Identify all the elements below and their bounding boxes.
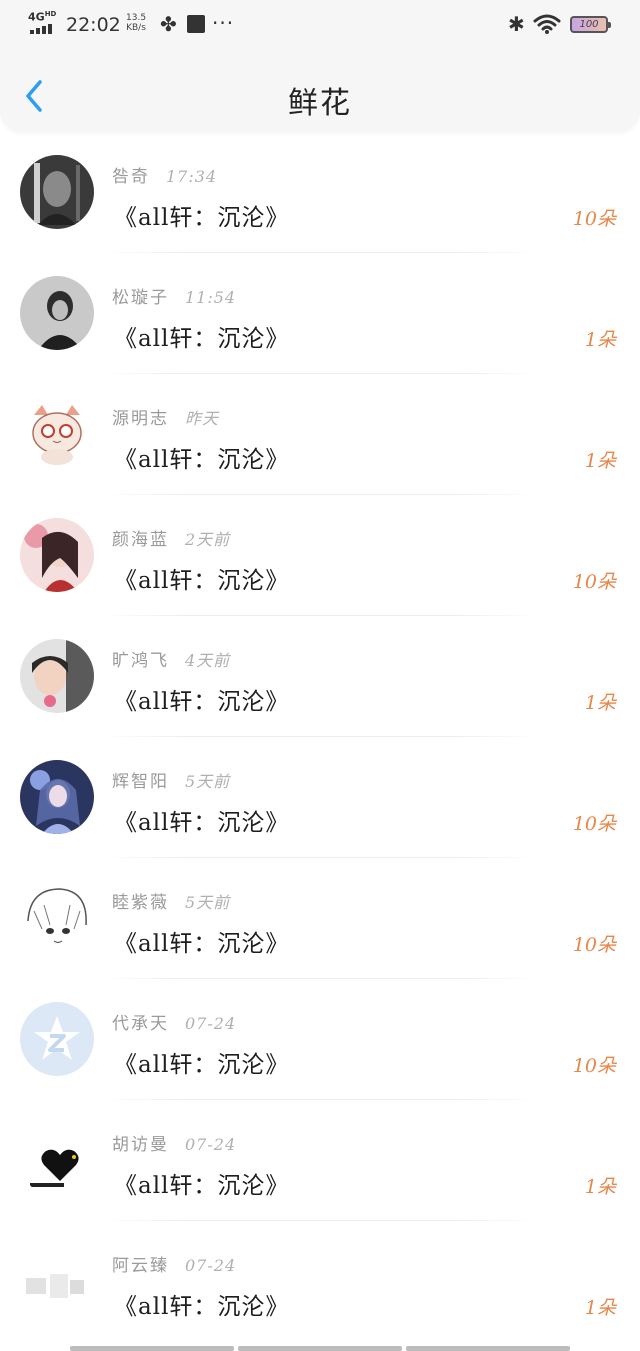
user-name: 咎奇 17:34 (112, 167, 218, 187)
list-item[interactable]: 松璇子 11:54 《all轩：沉沦》 1朵 (0, 253, 640, 374)
flower-count: 10朵 (572, 813, 616, 835)
wifi-icon (533, 14, 561, 34)
flower-count: 1朵 (584, 329, 616, 351)
avatar (20, 639, 94, 713)
flower-count: 10朵 (572, 571, 616, 593)
work-title: 《all轩：沉沦》 (114, 931, 290, 957)
work-title: 《all轩：沉沦》 (114, 1173, 290, 1199)
avatar (20, 881, 94, 955)
flower-count: 10朵 (572, 208, 616, 230)
user-name: 胡访曼 07-24 (112, 1135, 237, 1155)
flower-count: 10朵 (572, 1055, 616, 1077)
work-title: 《all轩：沉沦》 (114, 689, 290, 715)
timestamp: 11:54 (185, 288, 237, 307)
fan-icon: ✤ (160, 12, 177, 36)
list-item[interactable]: 源明志 昨天 《all轩：沉沦》 1朵 (0, 374, 640, 495)
list-item[interactable]: 代承天 07-24 《all轩：沉沦》 10朵 (0, 979, 640, 1100)
timestamp: 4天前 (185, 651, 231, 670)
list-item[interactable]: 睦紫薇 5天前 《all轩：沉沦》 10朵 (0, 858, 640, 979)
user-name: 旷鸿飞 4天前 (112, 651, 231, 671)
more-notifications-icon: ··· (212, 11, 235, 35)
avatar (20, 1123, 94, 1197)
page-title: 鲜花 (288, 86, 352, 121)
timestamp: 昨天 (185, 409, 220, 428)
avatar (20, 760, 94, 834)
timestamp: 17:34 (166, 167, 218, 186)
flower-count: 1朵 (584, 1297, 616, 1319)
work-title: 《all轩：沉沦》 (114, 810, 290, 836)
flower-count: 1朵 (584, 1176, 616, 1198)
battery-level: 100 (579, 19, 599, 30)
timestamp: 5天前 (185, 772, 231, 791)
bluetooth-icon: ✱ (508, 12, 525, 36)
timestamp: 2天前 (185, 530, 231, 549)
user-name: 颜海蓝 2天前 (112, 530, 231, 550)
work-title: 《all轩：沉沦》 (114, 447, 290, 473)
scroll-indicator (70, 1346, 570, 1351)
avatar (20, 1244, 94, 1318)
user-name: 睦紫薇 5天前 (112, 893, 231, 913)
status-bar: 4GHD 22:02 13.5 KB/s ✤ ··· ✱ 100 (0, 0, 640, 50)
list-item[interactable]: 旷鸿飞 4天前 《all轩：沉沦》 1朵 (0, 616, 640, 737)
signal-icon (30, 24, 52, 34)
list-item[interactable]: 咎奇 17:34 《all轩：沉沦》 10朵 (0, 132, 640, 253)
work-title: 《all轩：沉沦》 (114, 1052, 290, 1078)
work-title: 《all轩：沉沦》 (114, 568, 290, 594)
list-item[interactable]: 辉智阳 5天前 《all轩：沉沦》 10朵 (0, 737, 640, 858)
timestamp: 5天前 (185, 893, 231, 912)
avatar (20, 518, 94, 592)
app-notification-icon (187, 15, 205, 33)
list-item[interactable]: 颜海蓝 2天前 《all轩：沉沦》 10朵 (0, 495, 640, 616)
avatar (20, 397, 94, 471)
flower-count: 10朵 (572, 934, 616, 956)
flower-count: 1朵 (584, 692, 616, 714)
network-type: 4GHD (28, 10, 57, 24)
list-item[interactable]: 胡访曼 07-24 《all轩：沉沦》 1朵 (0, 1100, 640, 1221)
clock: 22:02 (66, 14, 121, 36)
avatar (20, 276, 94, 350)
work-title: 《all轩：沉沦》 (114, 326, 290, 352)
list-item[interactable]: 阿云臻 07-24 《all轩：沉沦》 1朵 (0, 1221, 640, 1342)
user-name: 阿云臻 07-24 (112, 1256, 237, 1276)
page-header: 鲜花 (0, 50, 640, 132)
timestamp: 07-24 (185, 1135, 237, 1154)
network-speed: 13.5 KB/s (126, 13, 147, 33)
user-name: 松璇子 11:54 (112, 288, 237, 308)
avatar (20, 155, 94, 229)
work-title: 《all轩：沉沦》 (114, 1294, 290, 1320)
user-name: 代承天 07-24 (112, 1014, 237, 1034)
avatar (20, 1002, 94, 1076)
flower-count: 1朵 (584, 450, 616, 472)
battery-icon: 100 (570, 16, 611, 33)
timestamp: 07-24 (185, 1256, 237, 1275)
user-name: 辉智阳 5天前 (112, 772, 231, 792)
work-title: 《all轩：沉沦》 (114, 205, 290, 231)
timestamp: 07-24 (185, 1014, 237, 1033)
user-name: 源明志 昨天 (112, 409, 220, 429)
